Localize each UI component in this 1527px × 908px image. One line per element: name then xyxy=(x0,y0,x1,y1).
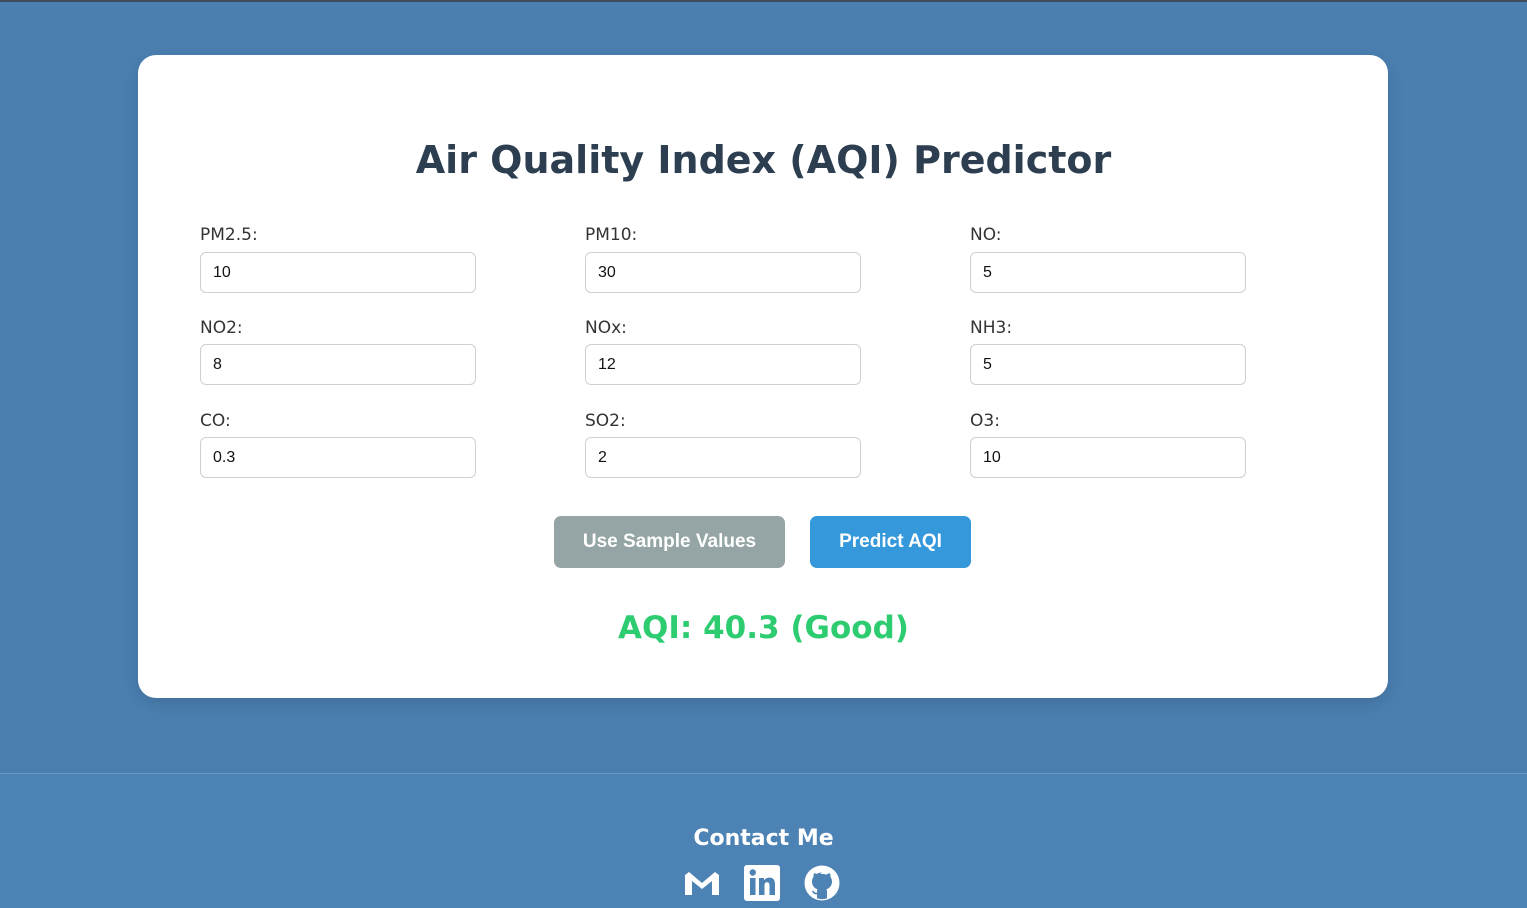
linkedin-icon-graphic xyxy=(744,865,780,901)
github-icon[interactable] xyxy=(803,864,841,902)
gmail-icon[interactable] xyxy=(683,864,721,902)
o3-label: O3: xyxy=(970,411,1000,431)
so2-label: SO2: xyxy=(585,411,626,431)
github-icon-graphic xyxy=(804,865,840,901)
nh3-input[interactable] xyxy=(970,344,1246,385)
co-input[interactable] xyxy=(200,437,476,478)
gmail-icon-graphic xyxy=(685,872,719,895)
page-title: Air Quality Index (AQI) Predictor xyxy=(415,138,1112,182)
contact-title: Contact Me xyxy=(693,826,834,851)
nox-input[interactable] xyxy=(585,344,861,385)
use-sample-values-button[interactable]: Use Sample Values xyxy=(554,516,785,568)
pm25-input[interactable] xyxy=(200,252,476,293)
aqi-result: AQI: 40.3 (Good) xyxy=(618,610,909,646)
no-input[interactable] xyxy=(970,252,1246,293)
no2-input[interactable] xyxy=(200,344,476,385)
no-label: NO: xyxy=(970,225,1002,245)
pm10-label: PM10: xyxy=(585,225,638,245)
linkedin-icon[interactable] xyxy=(743,864,781,902)
nh3-label: NH3: xyxy=(970,318,1013,338)
co-label: CO: xyxy=(200,411,231,431)
so2-input[interactable] xyxy=(585,437,861,478)
predict-aqi-button[interactable]: Predict AQI xyxy=(810,516,971,568)
no2-label: NO2: xyxy=(200,318,243,338)
top-border xyxy=(0,0,1527,2)
o3-input[interactable] xyxy=(970,437,1246,478)
pm25-label: PM2.5: xyxy=(200,225,258,245)
nox-label: NOx: xyxy=(585,318,627,338)
pm10-input[interactable] xyxy=(585,252,861,293)
